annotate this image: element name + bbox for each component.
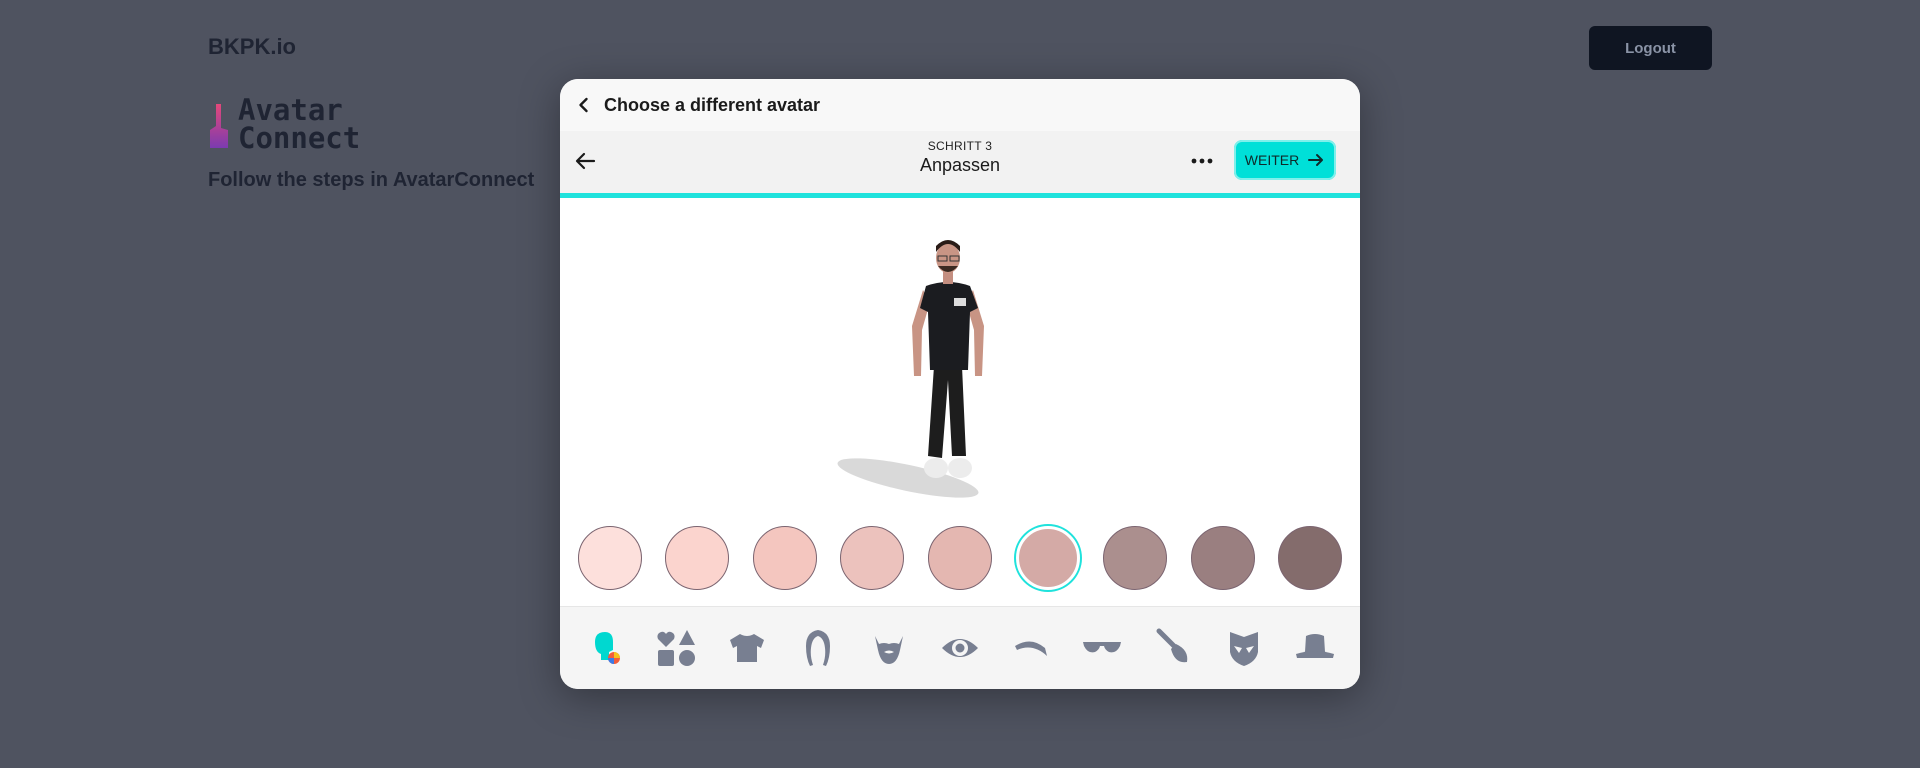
skin-tone-swatch[interactable] (1103, 526, 1168, 590)
modal-header: Choose a different avatar (560, 79, 1360, 131)
step-bar: SCHRITT 3 Anpassen WEITER (560, 131, 1360, 198)
skin-tone-palette (560, 510, 1360, 606)
skin-tone-swatch[interactable] (577, 526, 642, 590)
face-mask-icon[interactable] (1222, 626, 1266, 670)
skin-tone-swatch[interactable] (665, 526, 730, 590)
hat-icon[interactable] (1293, 626, 1337, 670)
shirt-icon[interactable] (725, 626, 769, 670)
eye-icon[interactable] (938, 626, 982, 670)
skin-tone-swatch[interactable] (1190, 526, 1255, 590)
modal-title: Choose a different avatar (604, 94, 821, 115)
logout-button[interactable]: Logout (1589, 26, 1712, 70)
skin-tone-swatch[interactable] (927, 526, 992, 590)
avatar-figure (837, 240, 984, 498)
shapes-icon[interactable] (654, 626, 698, 670)
skin-tone-swatch[interactable] (752, 526, 817, 590)
chevron-left-icon[interactable] (574, 95, 594, 115)
makeup-brush-icon[interactable] (1151, 626, 1195, 670)
next-button-label: WEITER (1244, 152, 1300, 168)
skin-tone-swatch[interactable] (1015, 526, 1080, 590)
beard-icon[interactable] (867, 626, 911, 670)
skin-tone-swatch[interactable] (1278, 526, 1343, 590)
eyebrow-icon[interactable] (1009, 626, 1053, 670)
arrow-right-icon (1307, 151, 1325, 169)
logo-mark-icon (208, 100, 232, 148)
hair-icon[interactable] (796, 626, 840, 670)
page-subtitle: Follow the steps in AvatarConnect (208, 169, 535, 191)
brand-title: BKPK.io (208, 34, 296, 59)
avatar-connect-logo: Avatar Connect (208, 93, 361, 155)
category-toolbar (560, 606, 1360, 689)
skin-color-icon[interactable] (583, 626, 627, 670)
glasses-icon[interactable] (1080, 626, 1124, 670)
next-button[interactable]: WEITER (1234, 140, 1336, 180)
avatar-preview[interactable] (560, 198, 1360, 510)
logo-text-line2: Connect (238, 121, 361, 155)
avatar-editor-modal: Choose a different avatar SCHRITT 3 Anpa… (560, 79, 1360, 689)
skin-tone-swatch[interactable] (840, 526, 905, 590)
more-options-icon[interactable] (1188, 149, 1216, 173)
logo-text-line1: Avatar (238, 93, 343, 127)
